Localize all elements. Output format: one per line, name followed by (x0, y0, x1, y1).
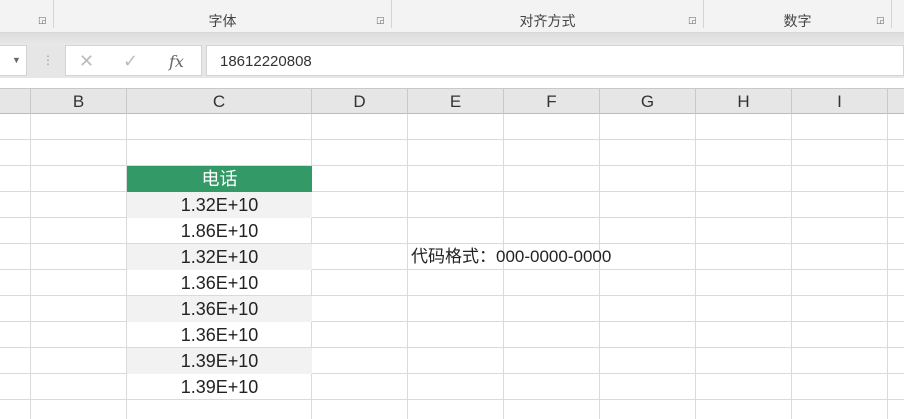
format-note-cell[interactable]: 代码格式：000-0000-0000 (411, 244, 611, 270)
group-label: 字体 (208, 13, 237, 29)
table-cell[interactable]: 1.36E+10 (127, 322, 312, 348)
column-header-e[interactable]: E (408, 89, 504, 114)
group-label: 对齐方式 (519, 13, 576, 29)
drag-handle-icon[interactable]: ⋮ (42, 53, 54, 67)
enter-icon[interactable]: ✓ (123, 51, 138, 72)
dialog-launcher-icon[interactable]: ◲ (688, 15, 698, 25)
group-label: 数字 (783, 13, 812, 29)
table-cell[interactable]: 1.39E+10 (127, 374, 312, 400)
column-header-b[interactable]: B (31, 89, 127, 114)
ribbon-shadow (0, 33, 904, 45)
ribbon-group-number: 数字 ◲ (704, 0, 892, 29)
ribbon-group-alignment: 对齐方式 ◲ (392, 0, 704, 29)
insert-function-icon[interactable]: fx (169, 52, 184, 71)
table-cell[interactable]: 1.86E+10 (127, 218, 312, 244)
table-cell[interactable]: 1.39E+10 (127, 348, 312, 374)
column-header-h[interactable]: H (696, 89, 792, 114)
cancel-icon[interactable]: ✕ (79, 51, 94, 72)
dialog-launcher-icon[interactable]: ◲ (38, 15, 48, 25)
table-header-phone[interactable]: 电话 (127, 166, 312, 192)
chevron-down-icon[interactable]: ▼ (12, 55, 21, 65)
select-all[interactable] (0, 89, 31, 114)
formula-buttons: ✕ ✓ fx (65, 45, 202, 76)
formula-bar: ▼ ⋮ ✕ ✓ fx 18612220808 (0, 45, 904, 78)
column-header-c[interactable]: C (127, 89, 312, 114)
column-header-i[interactable]: I (792, 89, 888, 114)
formula-input[interactable]: 18612220808 (206, 45, 904, 76)
column-header-f[interactable]: F (504, 89, 600, 114)
ribbon-group-font: 字体 ◲ (54, 0, 392, 29)
table-cell[interactable]: 1.32E+10 (127, 244, 312, 270)
table-cell[interactable]: 1.36E+10 (127, 270, 312, 296)
table-cell[interactable]: 1.36E+10 (127, 296, 312, 322)
ribbon: ◲ 字体 ◲ 对齐方式 ◲ 数字 ◲ (0, 0, 904, 33)
name-box[interactable]: ▼ (0, 45, 27, 76)
table-cell[interactable]: 1.32E+10 (127, 192, 312, 218)
ribbon-group-clipboard: ◲ (0, 0, 54, 28)
column-header-bar: B C D E F G H I (0, 88, 904, 114)
cell-grid[interactable]: 电话 1.32E+10 1.86E+10 1.32E+10 1.36E+10 1… (0, 114, 904, 419)
dialog-launcher-icon[interactable]: ◲ (376, 15, 386, 25)
column-header-g[interactable]: G (600, 89, 696, 114)
dialog-launcher-icon[interactable]: ◲ (876, 15, 886, 25)
column-header-d[interactable]: D (312, 89, 408, 114)
